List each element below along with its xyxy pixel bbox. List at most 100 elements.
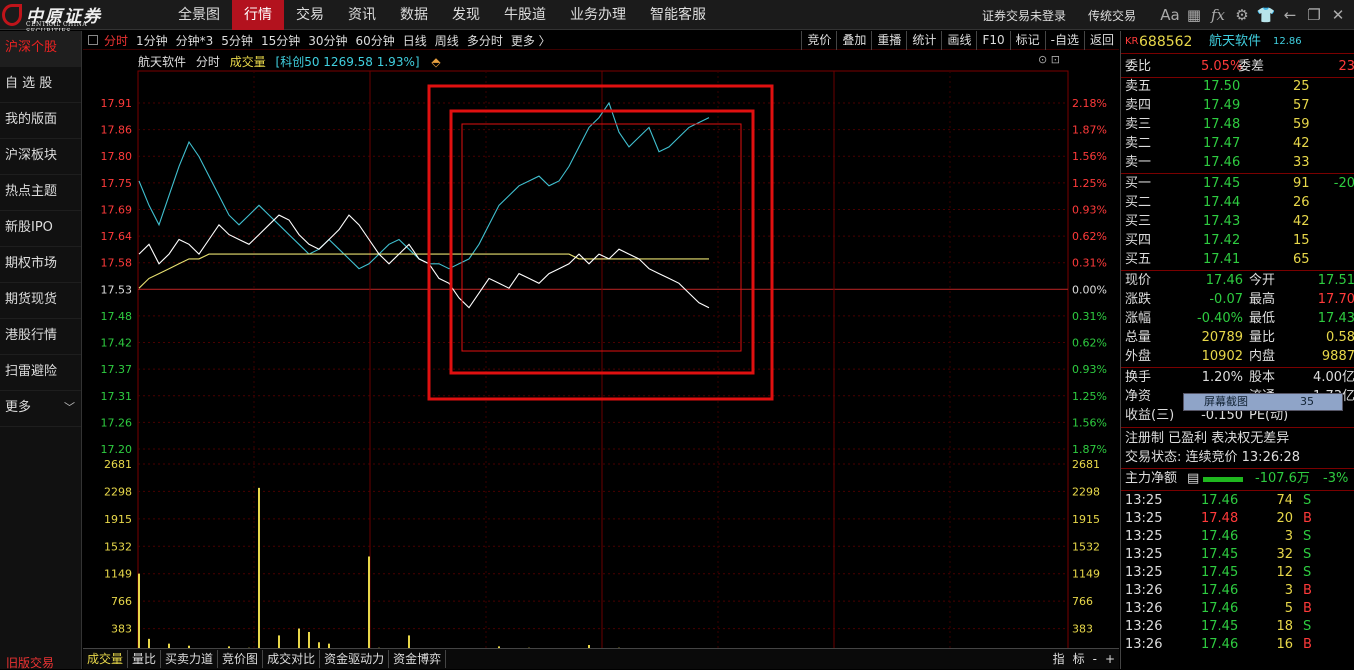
chart-tool-button[interactable]: 返回 (1083, 31, 1119, 50)
trade-row: 13:25 17.48 20 B (1125, 510, 1354, 528)
panel-value: 15 (1293, 233, 1310, 248)
panel-value: 13:26 (1125, 637, 1163, 652)
sidebar-item[interactable]: 沪深板块 (0, 139, 81, 175)
trade-row: 13:25 17.45 32 S (1125, 546, 1354, 564)
stock-name[interactable]: 航天软件 (1209, 33, 1261, 51)
sidebar-item[interactable]: 热点主题 (0, 175, 81, 211)
chart-frame (137, 70, 1069, 657)
buy-level-row: 买四 17.42 15 (1125, 232, 1354, 250)
top-nav-item[interactable]: 资讯 (336, 0, 388, 30)
top-nav-item[interactable]: 全景图 (166, 0, 232, 30)
intraday-chart[interactable]: 17.91 2.18% 17.86 1.87% 17.80 1.56% 17.75 1.25%… (83, 51, 1119, 659)
top-nav-item[interactable]: 智能客服 (638, 0, 718, 30)
indicator-tab[interactable]: 买卖力道 (161, 650, 219, 668)
gear-icon[interactable]: ⚙ (1230, 3, 1254, 27)
chart-tool-button[interactable]: 画线 (941, 31, 976, 50)
indicator-tab[interactable]: 竞价图 (218, 650, 264, 668)
top-nav-item[interactable]: 行情 (232, 0, 284, 30)
top-nav: 全景图 行情 交易 资讯 数据 发现 牛股道 业务办理 智能客服 (166, 0, 718, 30)
panel-value: 收益(三) (1125, 408, 1175, 423)
indicator-control[interactable]: - (1093, 649, 1097, 670)
chart-tool-button[interactable]: F10 (976, 31, 1009, 50)
panel-value: S (1303, 619, 1312, 634)
top-nav-item[interactable]: 发现 (440, 0, 492, 30)
indicator-tab[interactable]: 成交量 (83, 650, 129, 668)
restore-icon[interactable]: ❐ (1302, 3, 1326, 27)
panel-value: 13:26 (1125, 583, 1163, 598)
stat-row: 涨跌 -0.07 最高 17.70 (1125, 291, 1354, 309)
chart-tool-button[interactable]: 标记 (1009, 31, 1045, 50)
panel-value: 买四 (1125, 233, 1152, 248)
period-tab[interactable]: 60分钟 (356, 32, 395, 49)
sidebar-item[interactable]: 期货现货 (0, 283, 81, 319)
sidebar-item[interactable]: 更多 ﹀ (0, 391, 81, 427)
period-tab[interactable]: 5分钟 (221, 32, 253, 49)
panel-value: B (1303, 637, 1312, 652)
panel-value: 17.46 (1201, 583, 1239, 598)
panel-value: 13:25 (1125, 511, 1163, 526)
grid-icon[interactable]: ▦ (1182, 3, 1206, 27)
panel-value: 26 (1293, 195, 1310, 210)
list-icon[interactable]: ▤ (1187, 470, 1199, 488)
indicator-control[interactable]: 指 (1053, 649, 1065, 670)
shirt-icon[interactable]: 👕 (1254, 3, 1278, 27)
index-overlay-label[interactable]: [科创50 1269.58 1.93%] (276, 55, 420, 69)
period-tab[interactable]: 30分钟 (308, 32, 347, 49)
chart-tool-button[interactable]: 统计 (906, 31, 941, 50)
top-nav-item[interactable]: 牛股道 (492, 0, 558, 30)
sidebar-item[interactable]: 自 选 股 (0, 67, 81, 103)
indicator-tab[interactable]: 成交对比 (263, 650, 321, 668)
panel-value: 17.45 (1201, 565, 1239, 580)
panel-value: 13:26 (1125, 601, 1163, 616)
sidebar-item[interactable]: 期权市场 (0, 247, 81, 283)
close-icon[interactable]: ✕ (1326, 3, 1350, 27)
login-status[interactable]: 证券交易未登录 (982, 7, 1066, 24)
period-tab[interactable]: 15分钟 (261, 32, 300, 49)
chart-tool-button[interactable]: 竞价 (801, 31, 836, 50)
period-tab[interactable]: 更多 〉 (511, 32, 551, 49)
sidebar-item[interactable]: 我的版面 (0, 103, 81, 139)
chart-tool-button[interactable]: 重播 (871, 31, 906, 50)
top-nav-item[interactable]: 业务办理 (558, 0, 638, 30)
panel-value: 20789 (1201, 330, 1243, 345)
trade-mode[interactable]: 传统交易 (1088, 7, 1136, 24)
sidebar-item[interactable]: 沪深个股 (0, 31, 81, 67)
chart-indicator: 成交量 (229, 55, 266, 69)
back-arrow-icon[interactable]: ← (1278, 3, 1302, 27)
indicator-tab[interactable]: 资金博弈 (389, 650, 447, 668)
indicator-control[interactable]: + (1105, 649, 1115, 670)
period-tab[interactable]: 分钟*3 (176, 32, 214, 49)
indicator-tab[interactable]: 量比 (128, 650, 162, 668)
period-tab[interactable]: 周线 (435, 32, 459, 49)
panel-value: 主力净额 (1125, 471, 1178, 486)
chart-tool-button[interactable]: 叠加 (836, 31, 871, 50)
period-tab[interactable]: 多分时 (467, 32, 503, 49)
period-tab[interactable]: 分时 (104, 32, 128, 49)
panel-value: 卖三 (1125, 117, 1152, 132)
expand-icon[interactable]: ⊡ (1051, 53, 1060, 66)
sidebar-item[interactable]: 扫雷避险 (0, 355, 81, 391)
quote-panel: KR 688562 航天软件 12.86 委比 5.05% 委差 23 卖五 17.50 25 卖四 1… (1120, 31, 1354, 669)
overlay-toggle-icon[interactable]: ⬘ (431, 55, 440, 69)
sidebar-item[interactable]: 新股IPO (0, 211, 81, 247)
chart-tool-button[interactable]: -自选 (1044, 31, 1084, 50)
panel-value: 13:25 (1125, 547, 1163, 562)
volume-tick-label: 1532 (104, 540, 132, 553)
top-nav-item[interactable]: 数据 (388, 0, 440, 30)
sidebar-item[interactable]: 港股行情 (0, 319, 81, 355)
panel-value: 5.05% (1201, 59, 1243, 74)
period-tab[interactable]: 1分钟 (136, 32, 168, 49)
volume-tick-label-right: 1149 (1072, 568, 1100, 581)
pct-tick-label: 1.87% (1072, 443, 1107, 456)
weibi-row: 委比 5.05% 委差 23 (1125, 58, 1354, 76)
period-checkbox[interactable] (88, 35, 98, 45)
indicator-tab[interactable]: 资金驱动力 (320, 650, 390, 668)
panel-value: 外盘 (1125, 349, 1152, 364)
old-trade-link[interactable]: 旧版交易 (0, 657, 82, 669)
top-nav-item[interactable]: 交易 (284, 0, 336, 30)
font-size-icon[interactable]: Aa (1158, 3, 1182, 27)
indicator-control[interactable]: 标 (1073, 649, 1085, 670)
fx-icon[interactable]: fx (1206, 3, 1230, 27)
period-tab[interactable]: 日线 (403, 32, 427, 49)
settings-circle-icon[interactable]: ⊙ (1038, 53, 1047, 66)
